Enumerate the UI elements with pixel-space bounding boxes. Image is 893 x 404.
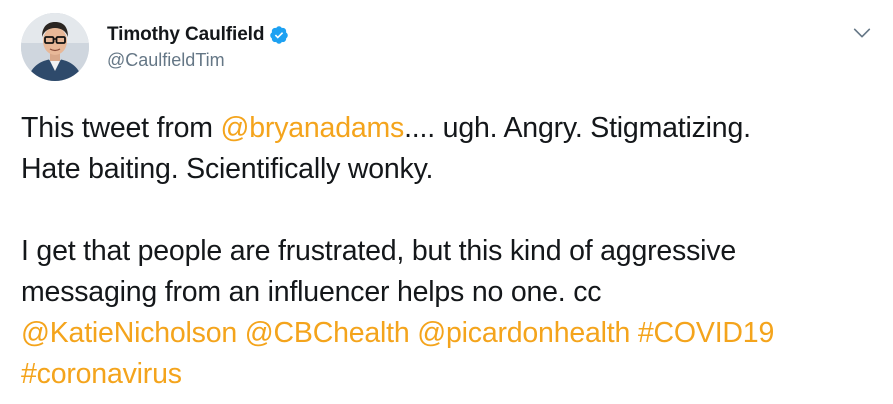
author-handle[interactable]: @CaulfieldTim xyxy=(107,50,289,71)
tweet-paragraph-1: This tweet from @bryanadams.... ugh. Ang… xyxy=(21,108,881,190)
mention-link[interactable]: @bryanadams xyxy=(221,112,405,144)
tweet-text: This tweet from @bryanadams.... ugh. Ang… xyxy=(21,108,881,395)
avatar-image xyxy=(21,13,89,81)
avatar[interactable] xyxy=(21,13,89,81)
tweet-text-segment: .... ugh. Angry. Stigmatizing. xyxy=(404,112,751,144)
author-name-row: Timothy Caulfield xyxy=(107,22,289,48)
mention-link[interactable]: @picardonhealth xyxy=(417,317,630,349)
mention-link[interactable]: @CBChealth xyxy=(245,317,410,349)
tweet-text-segment: messaging from an influencer helps no on… xyxy=(21,276,602,308)
tweet-header: Timothy Caulfield @CaulfieldTim xyxy=(107,22,289,71)
hashtag-link[interactable]: #COVID19 xyxy=(638,317,774,349)
hashtag-link[interactable]: #coronavirus xyxy=(21,358,182,390)
chevron-down-icon[interactable] xyxy=(851,22,873,44)
tweet-card: Timothy Caulfield @CaulfieldTim This twe… xyxy=(0,0,893,404)
tweet-text-segment: Hate baiting. Scientifically wonky. xyxy=(21,153,434,185)
author-display-name[interactable]: Timothy Caulfield xyxy=(107,24,264,46)
verified-badge-icon xyxy=(270,26,289,44)
tweet-text-segment: This tweet from xyxy=(21,112,221,144)
tweet-paragraph-2: I get that people are frustrated, but th… xyxy=(21,231,881,395)
tweet-text-segment: I get that people are frustrated, but th… xyxy=(21,235,736,267)
mention-link[interactable]: @KatieNicholson xyxy=(21,317,237,349)
